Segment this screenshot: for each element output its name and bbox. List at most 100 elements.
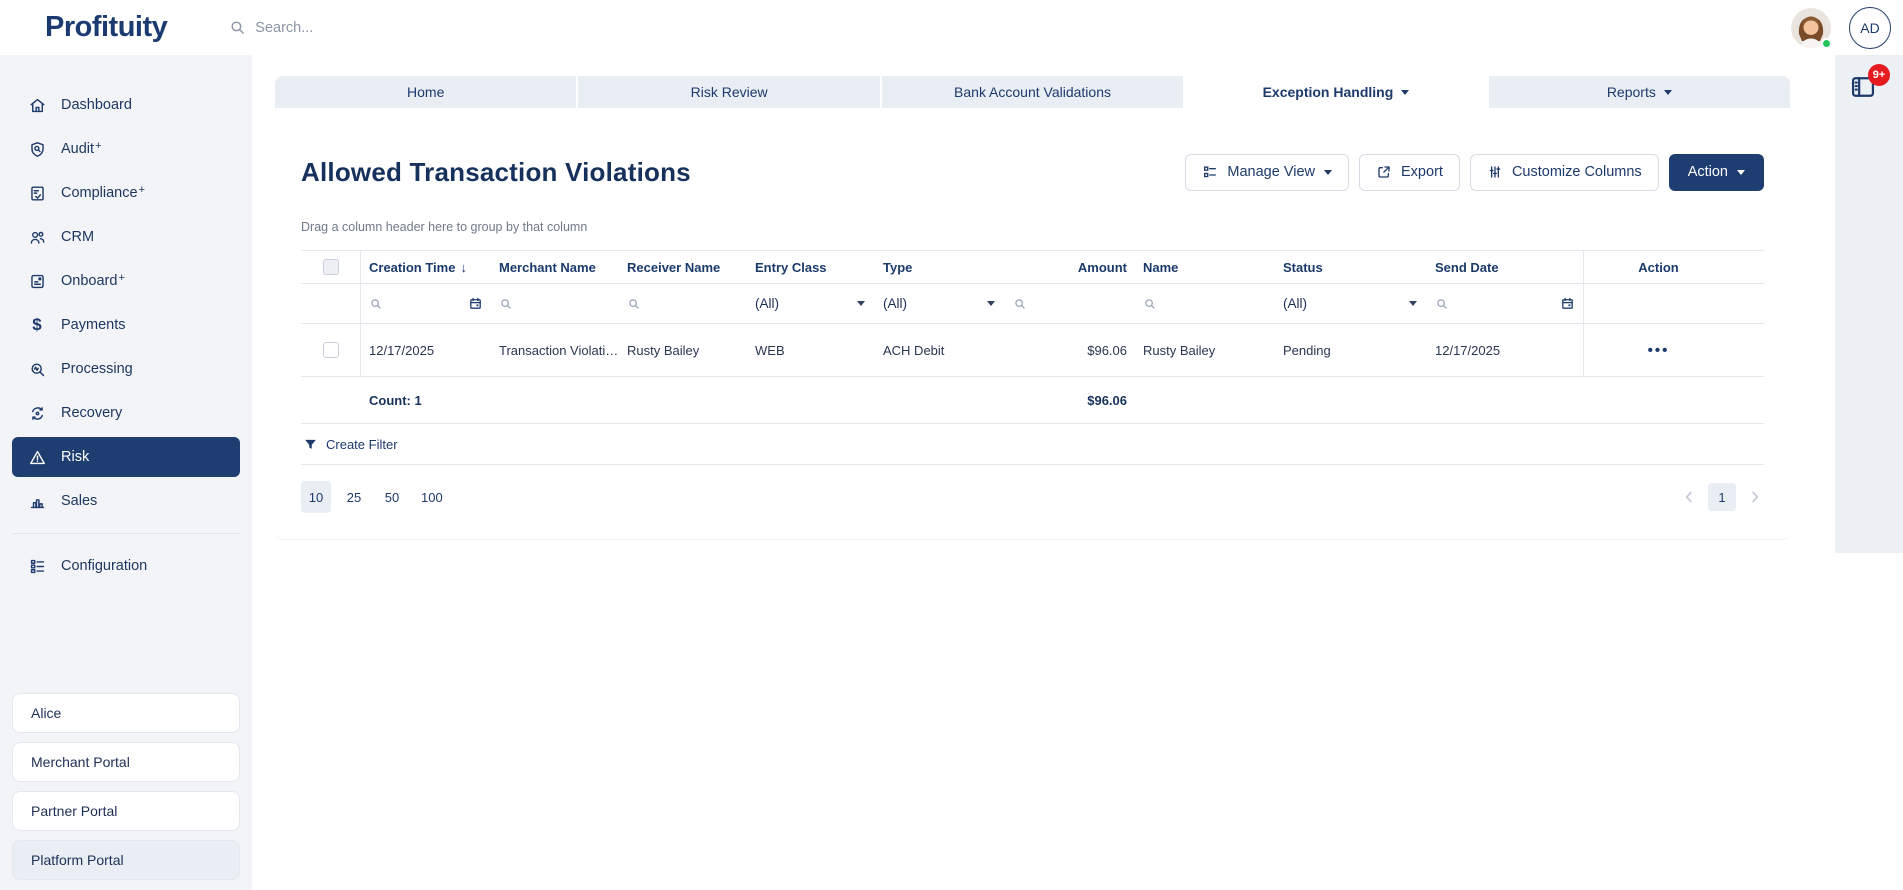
column-header-type[interactable]: Type (875, 260, 1005, 275)
pagination-bar: 10 25 50 100 1 (301, 465, 1764, 523)
sidebar-item-label: Dashboard (61, 97, 132, 113)
create-filter-button[interactable]: Create Filter (301, 424, 1764, 465)
people-icon (27, 227, 47, 247)
filter-name[interactable] (1135, 297, 1275, 311)
filter-receiver-name[interactable] (619, 297, 747, 311)
column-header-entry-class[interactable]: Entry Class (747, 260, 875, 275)
row-checkbox[interactable] (323, 342, 339, 358)
column-header-receiver-name[interactable]: Receiver Name (619, 260, 747, 275)
filter-funnel-icon (303, 437, 318, 452)
column-header-merchant-name[interactable]: Merchant Name (491, 260, 619, 275)
page-size-50[interactable]: 50 (377, 481, 407, 513)
brand-logo: Profituity (45, 11, 167, 44)
content-column: Home Risk Review Bank Account Validation… (275, 55, 1790, 540)
filter-creation-time[interactable] (361, 296, 491, 311)
page-size-100[interactable]: 100 (415, 481, 449, 513)
sidebar-item-dashboard[interactable]: Dashboard (12, 85, 240, 125)
page-navigator: 1 (1680, 483, 1764, 511)
row-select-cell (301, 324, 361, 376)
next-page-icon[interactable] (1746, 488, 1764, 506)
main-area: 9+ Home Risk Review Bank Account Validat… (252, 55, 1903, 890)
sidebar-item-label: Sales (61, 493, 97, 509)
column-header-amount[interactable]: Amount (1005, 260, 1135, 275)
tab-reports[interactable]: Reports (1489, 76, 1790, 108)
sidebar-item-recovery[interactable]: Recovery (12, 393, 240, 433)
title-toolbar-row: Allowed Transaction Violations Manage Vi… (301, 108, 1764, 192)
sidebar-item-label: Recovery (61, 405, 122, 421)
notifications-panel-icon[interactable]: 9+ (1849, 73, 1879, 103)
sidebar-item-label: Configuration (61, 558, 147, 574)
search-icon (627, 297, 641, 311)
page-size-25[interactable]: 25 (339, 481, 369, 513)
calendar-icon[interactable] (1560, 296, 1575, 311)
sidebar-item-processing[interactable]: Processing (12, 349, 240, 389)
sidebar-item-sales[interactable]: Sales (12, 481, 240, 521)
filter-empty-cell (301, 284, 361, 323)
filter-amount[interactable] (1005, 297, 1135, 311)
portal-button-merchant[interactable]: Merchant Portal (12, 742, 240, 782)
search-activity-icon (27, 359, 47, 379)
more-actions-icon[interactable]: ••• (1648, 342, 1670, 359)
top-header: Profituity AD (0, 0, 1903, 55)
sidebar-item-label: Processing (61, 361, 133, 377)
tab-exception-handling[interactable]: Exception Handling (1185, 76, 1486, 108)
column-header-send-date[interactable]: Send Date (1427, 260, 1583, 275)
sidebar-item-risk[interactable]: Risk (12, 437, 240, 477)
sidebar-item-label: Payments (61, 317, 125, 333)
portal-switcher: Alice Merchant Portal Partner Portal Pla… (0, 693, 252, 890)
portal-button-alice[interactable]: Alice (12, 693, 240, 733)
user-avatar[interactable] (1791, 8, 1831, 48)
cell-send-date: 12/17/2025 (1427, 343, 1583, 358)
column-header-name[interactable]: Name (1135, 260, 1275, 275)
sidebar-item-label: Onboard+ (61, 273, 125, 289)
current-page-button[interactable]: 1 (1708, 483, 1736, 511)
search-icon (369, 297, 383, 311)
portal-button-platform[interactable]: Platform Portal (12, 840, 240, 880)
sidebar-item-audit[interactable]: Audit+ (12, 129, 240, 169)
previous-page-icon[interactable] (1680, 488, 1698, 506)
column-header-status[interactable]: Status (1275, 260, 1427, 275)
tab-home[interactable]: Home (275, 76, 576, 108)
notification-count-badge: 9+ (1868, 64, 1890, 86)
global-search[interactable] (229, 19, 649, 36)
chevron-down-icon (987, 301, 995, 306)
filter-entry-class-dropdown[interactable]: (All) (747, 296, 875, 311)
sidebar-item-configuration[interactable]: Configuration (12, 546, 240, 586)
table-row[interactable]: 12/17/2025 Transaction Violati… Rusty Ba… (301, 324, 1764, 377)
customize-columns-button[interactable]: Customize Columns (1470, 154, 1659, 191)
page-size-10[interactable]: 10 (301, 481, 331, 513)
summary-amount-total: $96.06 (1005, 393, 1135, 408)
sidebar-divider (12, 533, 240, 534)
header-select-cell (301, 251, 361, 283)
search-input[interactable] (255, 20, 615, 36)
portal-button-partner[interactable]: Partner Portal (12, 791, 240, 831)
sidebar-item-crm[interactable]: CRM (12, 217, 240, 257)
chevron-down-icon (1409, 301, 1417, 306)
filter-merchant-name[interactable] (491, 297, 619, 311)
filter-type-dropdown[interactable]: (All) (875, 296, 1005, 311)
cell-merchant-name: Transaction Violati… (491, 343, 619, 358)
page-size-selector: 10 25 50 100 (301, 481, 449, 513)
module-tabs: Home Risk Review Bank Account Validation… (275, 76, 1790, 108)
chevron-down-icon (1401, 90, 1409, 95)
action-button[interactable]: Action (1669, 154, 1764, 191)
tab-bank-account-validations[interactable]: Bank Account Validations (882, 76, 1183, 108)
filter-send-date[interactable] (1427, 296, 1583, 311)
column-header-action: Action (1583, 251, 1733, 283)
online-status-dot (1821, 38, 1832, 49)
chevron-down-icon (1324, 170, 1332, 175)
user-initials-badge[interactable]: AD (1849, 7, 1891, 49)
column-header-creation-time[interactable]: Creation Time↓ (361, 260, 491, 275)
chevron-down-icon (1737, 170, 1745, 175)
export-button[interactable]: Export (1359, 154, 1460, 191)
sidebar-item-compliance[interactable]: Compliance+ (12, 173, 240, 213)
select-all-checkbox[interactable] (323, 259, 339, 275)
sidebar-item-payments[interactable]: $ Payments (12, 305, 240, 345)
sidebar-item-onboard[interactable]: Onboard+ (12, 261, 240, 301)
tab-risk-review[interactable]: Risk Review (578, 76, 879, 108)
search-icon (499, 297, 513, 311)
calendar-icon[interactable] (468, 296, 483, 311)
shield-search-icon (27, 139, 47, 159)
manage-view-button[interactable]: Manage View (1185, 154, 1349, 191)
filter-status-dropdown[interactable]: (All) (1275, 296, 1427, 311)
